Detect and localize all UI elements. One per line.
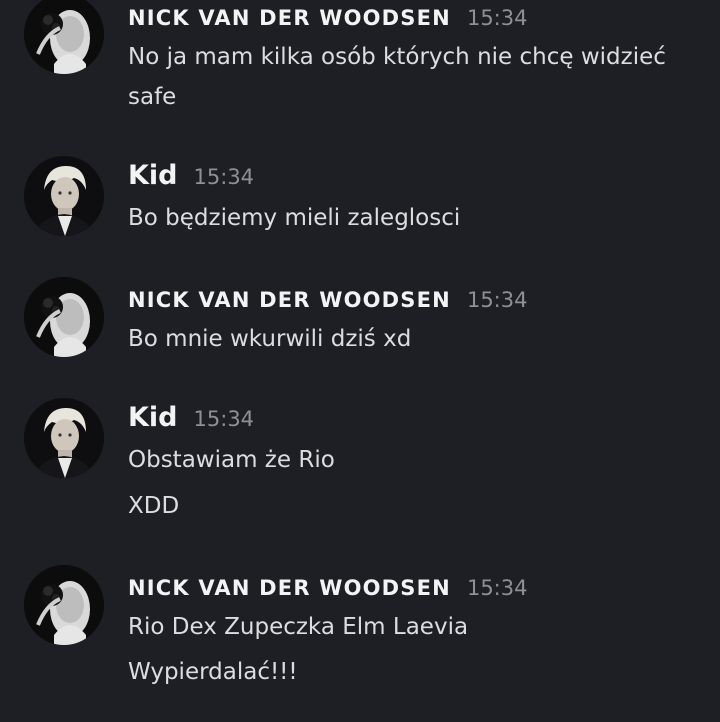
avatar-rose-mask-icon[interactable] xyxy=(24,565,104,645)
message-text: Bo będziemy mieli zaleglosci xyxy=(128,205,461,231)
message-timestamp[interactable]: 15:34 xyxy=(467,576,528,600)
message-timestamp[interactable]: 15:34 xyxy=(467,6,528,30)
author-name[interactable]: NICK VAN DER WOODSEN xyxy=(128,288,451,312)
author-name[interactable]: Kid xyxy=(128,160,178,191)
message-timestamp[interactable]: 15:34 xyxy=(467,288,528,312)
author-name[interactable]: Kid xyxy=(128,402,178,433)
author-name[interactable]: NICK VAN DER WOODSEN xyxy=(128,576,451,600)
message-text: safe xyxy=(128,84,177,110)
avatar-blonde-portrait-icon[interactable] xyxy=(24,398,104,478)
avatar-blonde-portrait-icon[interactable] xyxy=(24,156,104,236)
message-text: XDD xyxy=(128,493,180,519)
message-text: Rio Dex Zupeczka Elm Laevia xyxy=(128,614,469,640)
author-name[interactable]: NICK VAN DER WOODSEN xyxy=(128,6,451,30)
avatar-rose-mask-icon[interactable] xyxy=(24,0,104,74)
message-timestamp[interactable]: 15:34 xyxy=(194,407,255,431)
message-text: Bo mnie wkurwili dziś xd xyxy=(128,326,412,352)
message-text: Obstawiam że Rio xyxy=(128,447,335,473)
message-text: No ja mam kilka osób których nie chcę wi… xyxy=(128,44,666,70)
message-text: Wypierdalać!!! xyxy=(128,659,298,685)
avatar-rose-mask-icon[interactable] xyxy=(24,277,104,357)
message-timestamp[interactable]: 15:34 xyxy=(194,165,255,189)
